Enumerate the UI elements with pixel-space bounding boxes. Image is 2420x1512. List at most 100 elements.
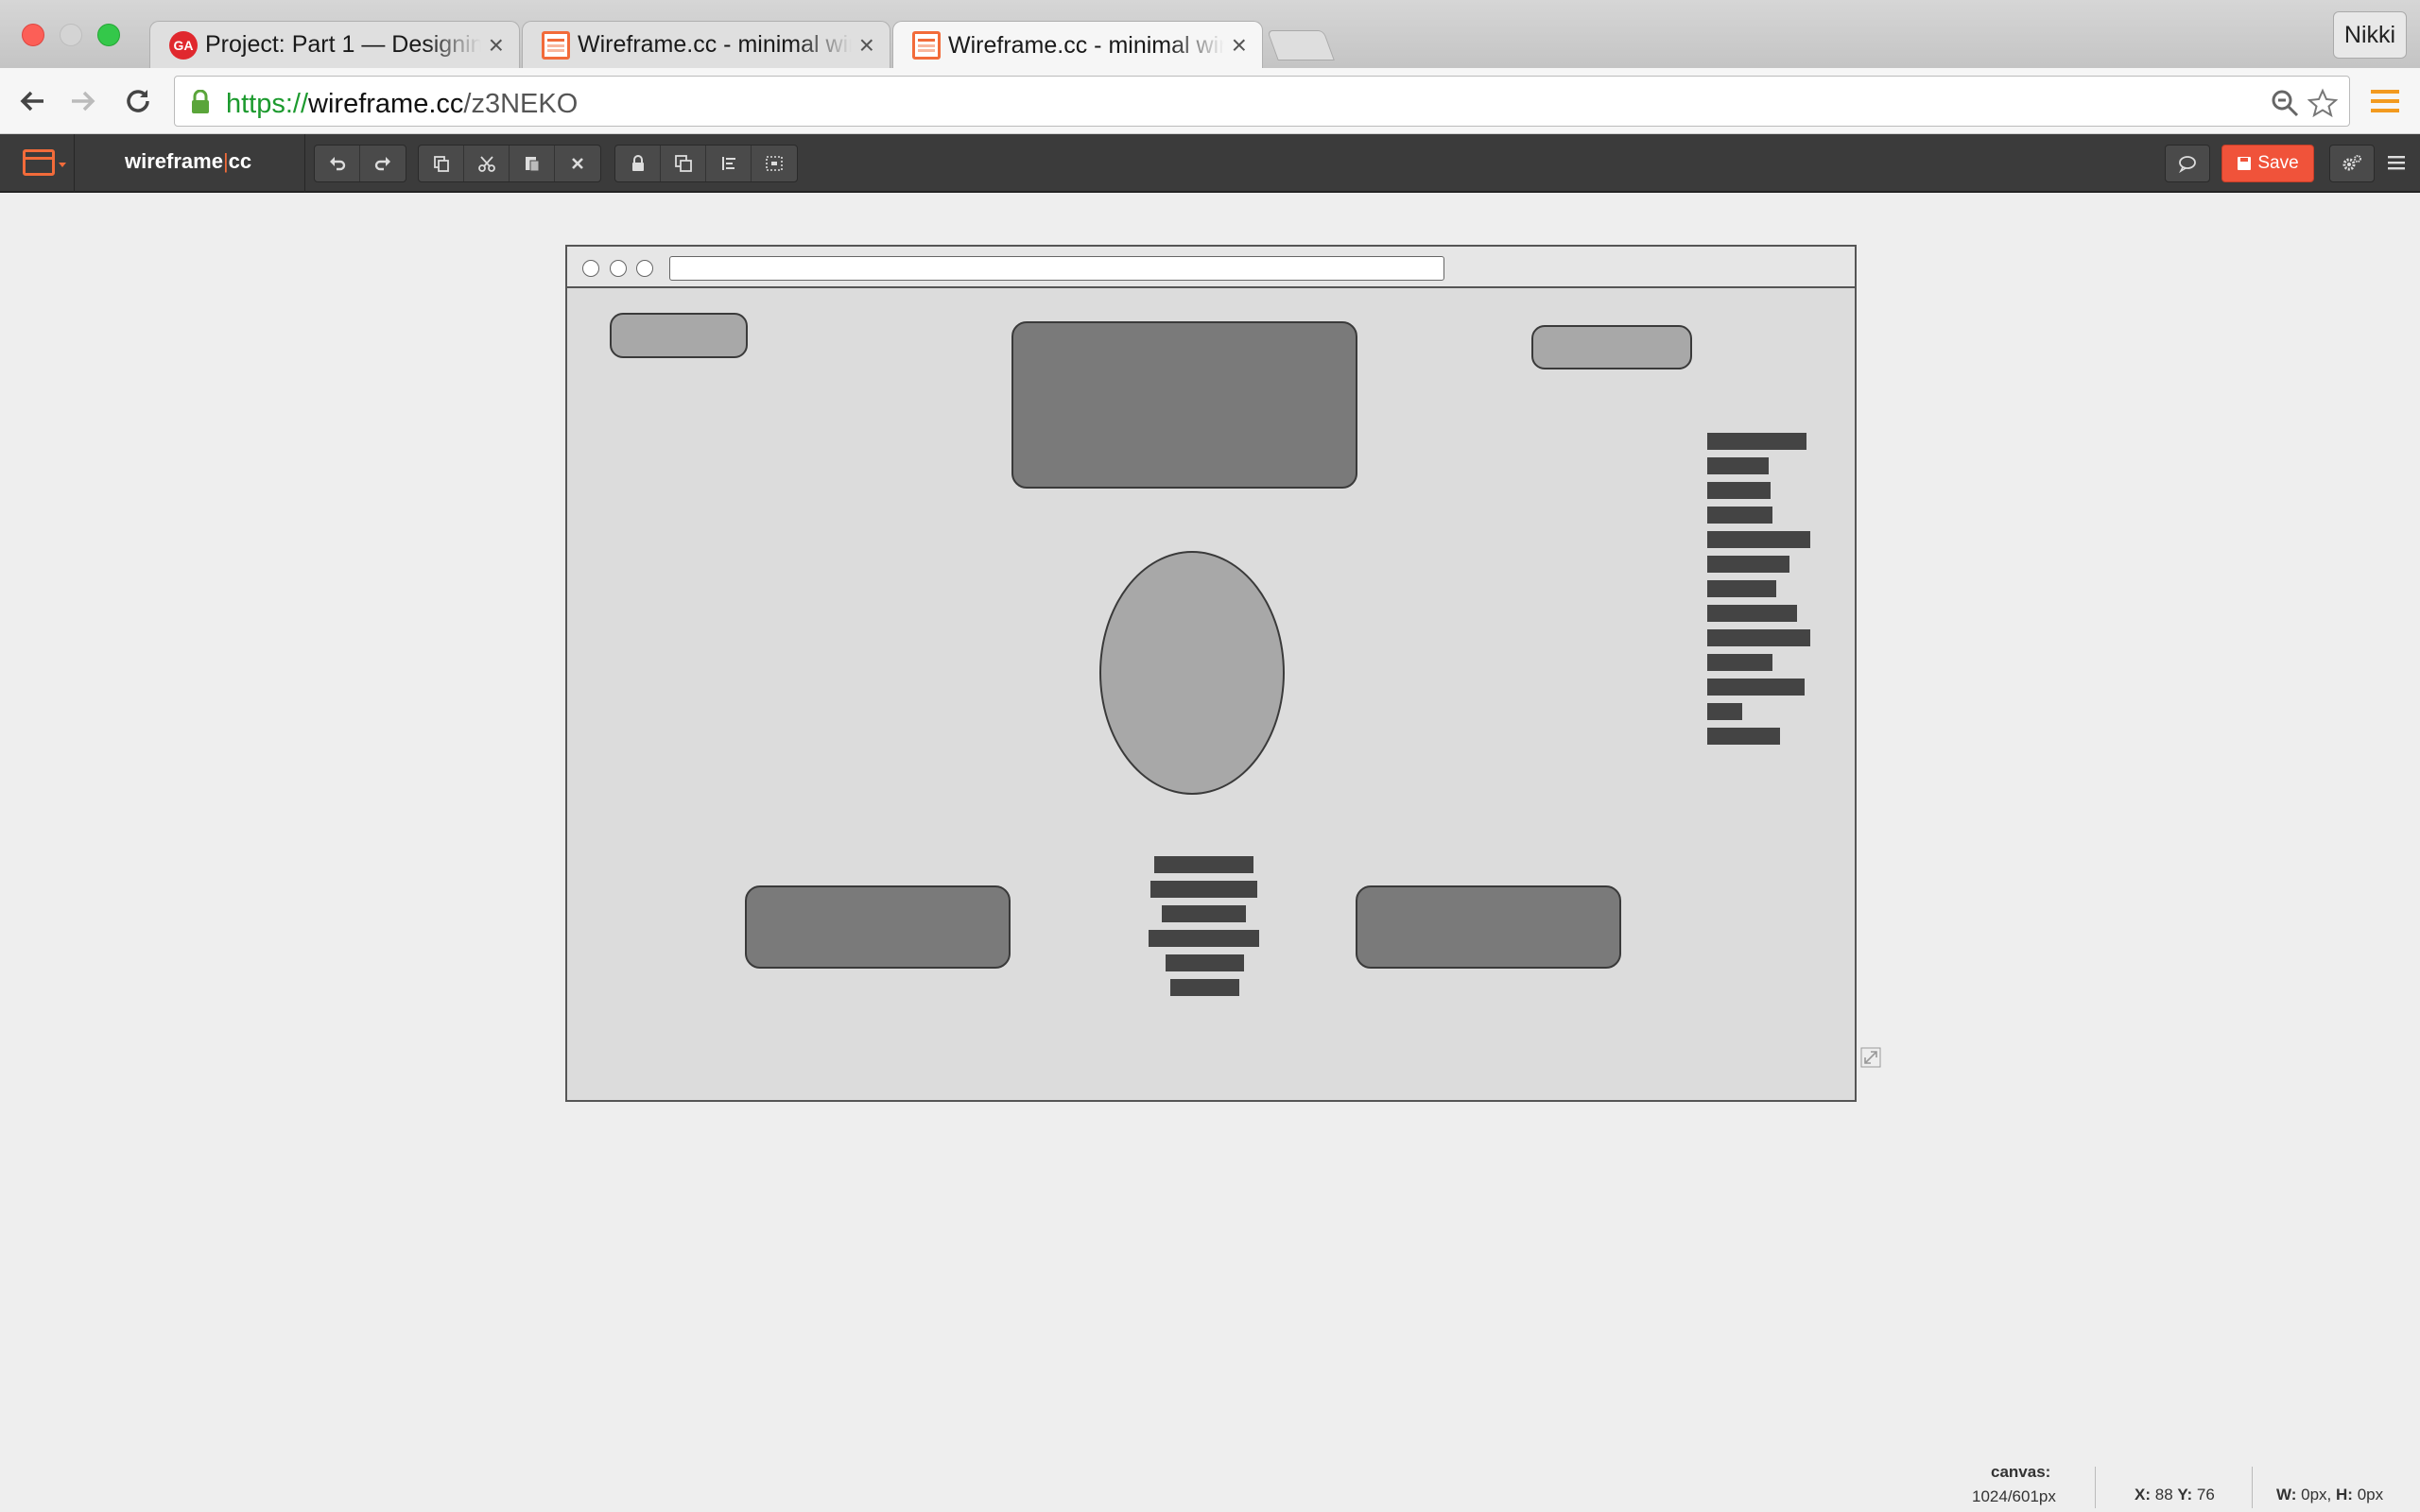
wireframe-text-line[interactable]	[1162, 905, 1246, 922]
settings-button[interactable]	[2329, 145, 2375, 182]
tab-close-icon[interactable]: ×	[1232, 32, 1247, 59]
divider	[304, 134, 305, 193]
selection-icon	[766, 156, 783, 171]
brand-logo: wireframe|cc	[125, 149, 252, 173]
wireframe-button-shape[interactable]	[1531, 325, 1692, 369]
wireframe-text-line[interactable]	[1707, 457, 1769, 474]
align-button[interactable]	[706, 146, 752, 181]
wireframe-favicon-icon	[542, 30, 570, 60]
hamburger-menu-icon[interactable]	[2388, 151, 2409, 174]
wireframe-window-dot	[636, 260, 653, 277]
paste-icon	[525, 157, 539, 172]
wireframe-text-line[interactable]	[1707, 728, 1780, 745]
paste-button[interactable]	[510, 146, 555, 181]
redo-button[interactable]	[360, 146, 406, 181]
browser-tab-wireframe-2[interactable]: Wireframe.cc - minimal wir ×	[892, 21, 1263, 69]
wireframe-canvas[interactable]	[565, 245, 1857, 1102]
profile-button[interactable]: Nikki	[2333, 11, 2407, 59]
history-group	[314, 145, 406, 182]
gears-icon	[2342, 155, 2361, 171]
undo-icon	[329, 157, 345, 171]
arrange-group	[614, 145, 798, 182]
bookmark-star-icon[interactable]	[2308, 88, 2338, 118]
bring-to-front-button[interactable]	[661, 146, 706, 181]
wireframe-url-field	[669, 256, 1444, 281]
wireframe-text-line[interactable]	[1707, 433, 1806, 450]
wireframe-ellipse[interactable]	[1099, 551, 1285, 795]
wireframe-window-dot	[610, 260, 627, 277]
canvas-size-value: 1024/601px	[1972, 1487, 2056, 1505]
lock-icon	[192, 90, 209, 113]
zoom-icon[interactable]	[2270, 88, 2300, 118]
undo-button[interactable]	[315, 146, 360, 181]
delete-button[interactable]	[555, 146, 600, 181]
url-text: https://wireframe.cc/z3NEKO	[226, 89, 579, 119]
wireframe-text-line[interactable]	[1150, 881, 1257, 898]
align-icon	[721, 157, 735, 170]
wireframe-text-line[interactable]	[1154, 856, 1253, 873]
browser-menu-icon[interactable]	[2371, 87, 2399, 115]
forward-arrow-icon	[72, 91, 95, 112]
scissors-icon	[477, 156, 495, 172]
forward-button[interactable]	[66, 84, 100, 118]
copy-button[interactable]	[419, 146, 464, 181]
minimize-window-button[interactable]	[60, 24, 82, 46]
wireframe-text-line[interactable]	[1707, 654, 1772, 671]
reload-button[interactable]	[121, 84, 155, 118]
back-button[interactable]	[15, 84, 49, 118]
browser-tab-wireframe-1[interactable]: Wireframe.cc - minimal wir ×	[522, 21, 890, 68]
tab-title: Wireframe.cc - minimal wir	[578, 31, 852, 58]
wireframe-image-box[interactable]	[1011, 321, 1357, 489]
copy-icon	[433, 156, 449, 172]
save-button-label: Save	[2257, 153, 2299, 173]
wireframe-box[interactable]	[745, 885, 1011, 969]
select-all-button[interactable]	[752, 146, 797, 181]
browser-toolbar: https://wireframe.cc/z3NEKO	[0, 68, 2420, 134]
wireframe-button-shape[interactable]	[610, 313, 748, 358]
wireframe-window-dot	[582, 260, 599, 277]
save-button[interactable]: Save	[2221, 145, 2314, 182]
browser-tab-ga-project[interactable]: GA Project: Part 1 — Designing ×	[149, 21, 520, 68]
back-arrow-icon	[20, 91, 43, 112]
maximize-window-button[interactable]	[97, 24, 120, 46]
app-toolbar: wireframe|cc Save	[0, 134, 2420, 193]
resize-icon[interactable]	[1860, 1047, 1881, 1068]
divider	[74, 134, 75, 193]
address-bar[interactable]: https://wireframe.cc/z3NEKO	[174, 76, 2350, 127]
wireframe-text-line[interactable]	[1707, 507, 1772, 524]
close-icon	[572, 158, 583, 169]
wireframe-text-line[interactable]	[1707, 679, 1805, 696]
lock-button[interactable]	[615, 146, 661, 181]
wireframe-text-line[interactable]	[1170, 979, 1239, 996]
wireframe-box[interactable]	[1356, 885, 1621, 969]
browser-titlebar: GA Project: Part 1 — Designing × Wirefra…	[0, 0, 2420, 69]
wireframe-text-line[interactable]	[1707, 703, 1742, 720]
new-tab-button[interactable]	[1267, 30, 1335, 60]
tab-title: Project: Part 1 — Designing	[205, 31, 481, 58]
wireframe-text-line[interactable]	[1707, 556, 1789, 573]
layers-icon	[674, 155, 692, 172]
tab-title: Wireframe.cc - minimal wir	[948, 31, 1224, 59]
wireframe-favicon-icon	[912, 31, 941, 60]
redo-icon	[374, 157, 390, 171]
wireframe-text-line[interactable]	[1149, 930, 1259, 947]
chevron-down-icon	[59, 163, 66, 167]
cut-button[interactable]	[464, 146, 510, 181]
lock-icon	[631, 155, 644, 171]
wireframe-text-line[interactable]	[1707, 531, 1810, 548]
close-window-button[interactable]	[22, 24, 44, 46]
wireframe-text-line[interactable]	[1166, 954, 1244, 971]
wireframe-text-line[interactable]	[1707, 605, 1797, 622]
app-menu-icon[interactable]	[23, 149, 55, 176]
wireframe-text-line[interactable]	[1707, 580, 1776, 597]
tab-close-icon[interactable]: ×	[859, 31, 874, 59]
wireframe-text-line[interactable]	[1707, 629, 1810, 646]
floppy-disk-icon	[2238, 157, 2252, 170]
tab-close-icon[interactable]: ×	[489, 31, 504, 59]
ga-logo-icon: GA	[169, 30, 198, 60]
selection-size: W: 0px, H: 0px	[2276, 1486, 2384, 1503]
wireframe-text-line[interactable]	[1707, 482, 1771, 499]
comment-button[interactable]	[2165, 145, 2210, 182]
canvas-size-label: canvas:	[1991, 1463, 2051, 1481]
edit-group	[418, 145, 601, 182]
